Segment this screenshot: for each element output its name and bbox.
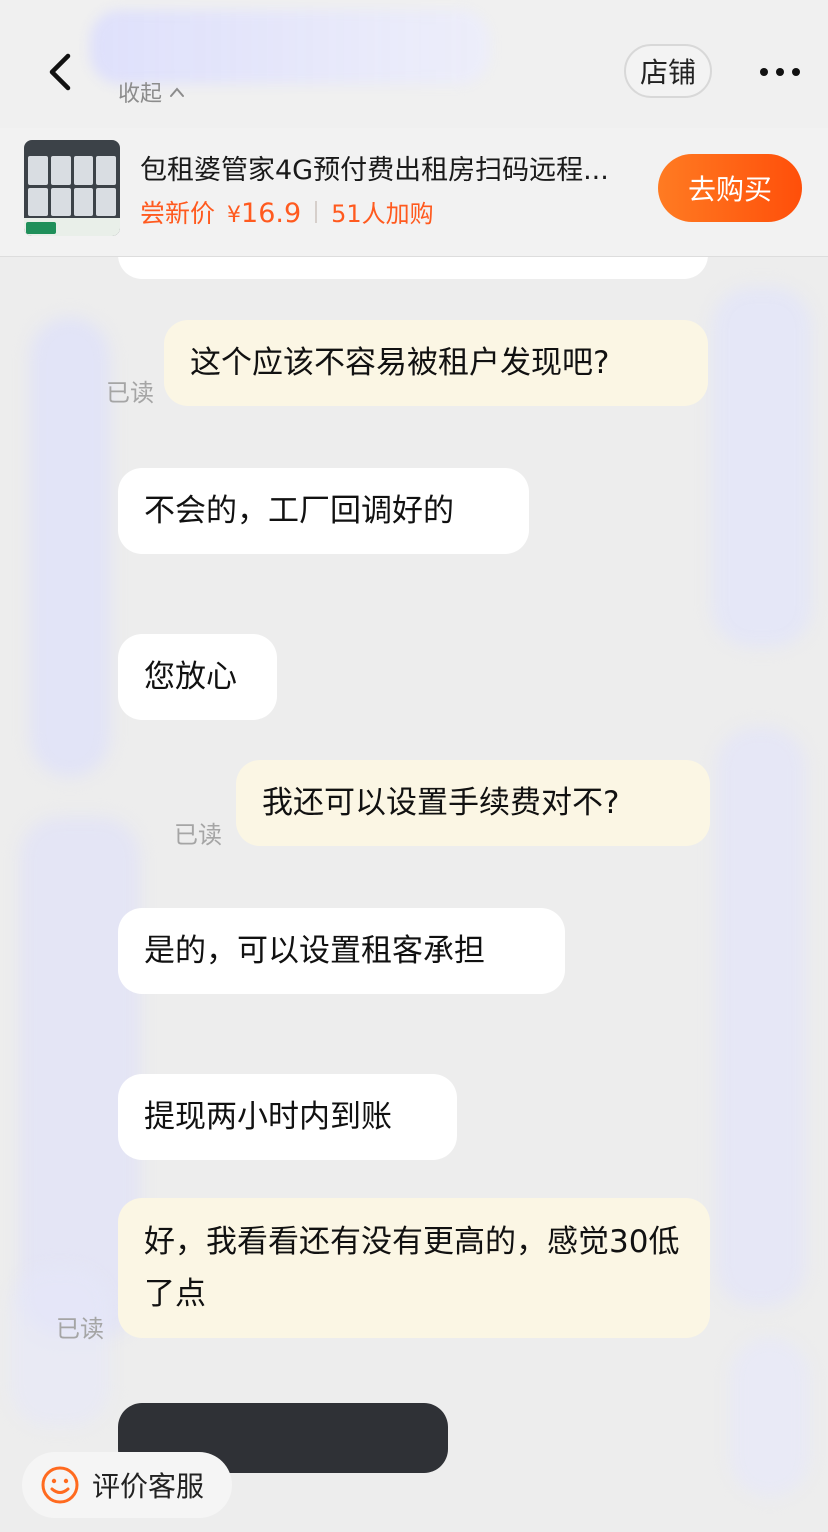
- message-text: 是的，可以设置租客承担: [144, 933, 485, 969]
- added-to-cart-count: 51人加购: [331, 200, 434, 228]
- review-service-button[interactable]: 评价客服: [22, 1452, 232, 1518]
- top-bar: 收起 店铺: [0, 0, 828, 128]
- read-receipt: 已读: [174, 821, 222, 849]
- message-bubble-received[interactable]: 您放心: [118, 634, 277, 720]
- chevron-left-icon: [49, 53, 71, 91]
- message-bubble-sent[interactable]: 我还可以设置手续费对不?: [236, 760, 710, 846]
- message-bubble-received[interactable]: 提现两小时内到账: [118, 1074, 457, 1160]
- back-button[interactable]: [34, 44, 86, 100]
- message-text: 好，我看看还有没有更高的，感觉30低了点: [144, 1224, 680, 1312]
- message-bubble-received[interactable]: 不会的，工厂回调好的: [118, 468, 529, 554]
- message-text: 不会的，工厂回调好的: [144, 493, 454, 529]
- collapse-label: 收起: [118, 82, 163, 107]
- message-bubble-sent[interactable]: 这个应该不容易被租户发现吧?: [164, 320, 708, 406]
- message-text: 这个应该不容易被租户发现吧?: [190, 345, 610, 381]
- redaction-blur: [716, 727, 806, 1307]
- price-value: 16.9: [241, 198, 302, 229]
- read-receipt: 已读: [56, 1315, 104, 1343]
- smiley-icon: [41, 1466, 79, 1504]
- buy-button-label: 去购买: [687, 173, 772, 206]
- redaction-blur: [712, 287, 812, 647]
- message-text: 提现两小时内到账: [144, 1099, 392, 1135]
- message-text: 我还可以设置手续费对不?: [262, 785, 620, 821]
- read-receipt: 已读: [106, 379, 154, 407]
- shop-button[interactable]: 店铺: [624, 44, 712, 98]
- price-divider: [315, 201, 318, 223]
- redacted-title: [90, 10, 490, 84]
- collapse-toggle[interactable]: 收起: [118, 76, 186, 108]
- product-card[interactable]: 包租婆管家4G预付费出租房扫码远程... 尝新价 ¥ 16.9 51人加购 去购…: [0, 128, 828, 257]
- message-bubble-sent[interactable]: 好，我看看还有没有更高的，感觉30低了点: [118, 1198, 710, 1338]
- message-bubble-received[interactable]: 是的，可以设置租客承担: [118, 908, 565, 994]
- message-text: 您放心: [144, 659, 237, 695]
- price-currency: ¥: [227, 203, 242, 228]
- shop-button-label: 店铺: [639, 56, 696, 89]
- message-bubble-partial: [118, 257, 708, 279]
- buy-button[interactable]: 去购买: [658, 154, 802, 222]
- redaction-blur: [730, 1337, 810, 1497]
- more-button[interactable]: [752, 52, 808, 92]
- review-service-label: 评价客服: [92, 1470, 205, 1503]
- price-label: 尝新价: [140, 199, 216, 228]
- redaction-blur: [30, 317, 110, 777]
- chevron-up-icon: [170, 87, 185, 97]
- more-dots-icon: [760, 68, 800, 76]
- product-thumbnail: [24, 140, 120, 236]
- price-row: 尝新价 ¥ 16.9 51人加购: [140, 194, 434, 230]
- product-title: 包租婆管家4G预付费出租房扫码远程...: [140, 155, 609, 186]
- chat-area[interactable]: 已读 这个应该不容易被租户发现吧? 不会的，工厂回调好的 您放心 已读 我还可以…: [0, 257, 828, 1532]
- redaction-blur: [10, 1267, 110, 1427]
